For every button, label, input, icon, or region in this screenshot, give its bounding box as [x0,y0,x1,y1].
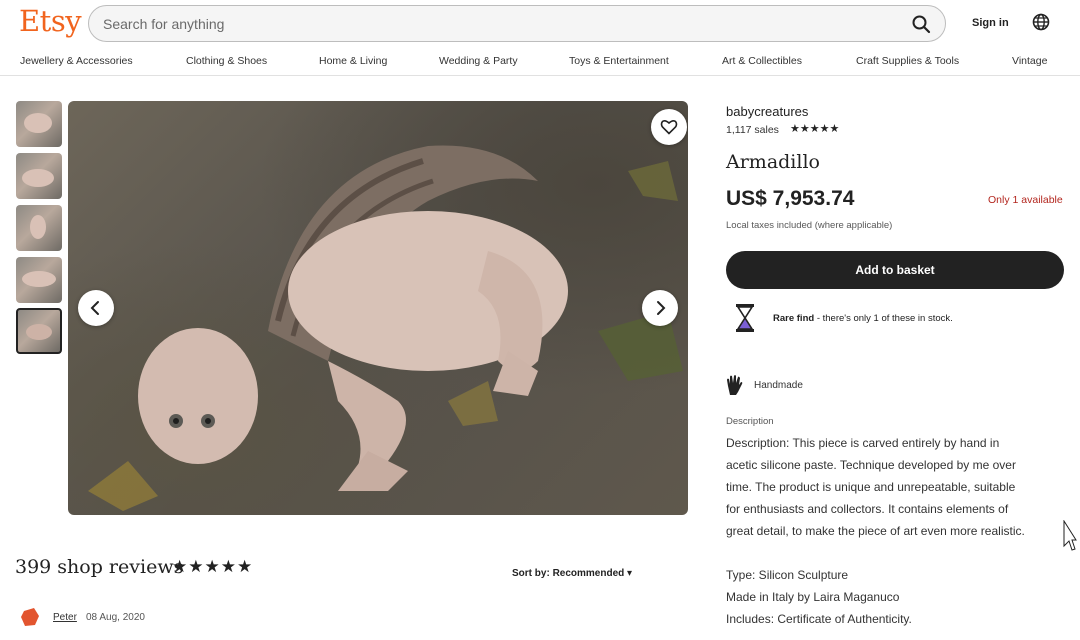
shop-reviews-count: 399 shop reviews [15,556,184,578]
availability-badge: Only 1 available [988,194,1063,206]
nav-vintage[interactable]: Vintage [1012,55,1047,67]
nav-art[interactable]: Art & Collectibles [722,55,802,67]
nav-clothing[interactable]: Clothing & Shoes [186,55,267,67]
thumbnail-4[interactable] [16,257,62,303]
etsy-logo[interactable]: Etsy [19,4,82,38]
taxes-note: Local taxes included (where applicable) [726,220,893,231]
handmade-label: Handmade [754,380,803,391]
category-nav: Jewellery & Accessories Clothing & Shoes… [0,48,1080,76]
heart-icon [660,119,678,135]
shop-rating-stars[interactable]: ★★★★★ [790,122,839,135]
sort-label: Sort by: [512,568,553,579]
thumbnail-2[interactable] [16,153,62,199]
reviews-stars: ★★★★★ [172,557,254,576]
site-header: Etsy Search for anything Sign in [0,0,1080,48]
mouse-cursor-icon [1063,520,1077,551]
item-specs: Type: Silicon Sculpture Made in Italy by… [726,564,912,630]
search-icon[interactable] [911,14,931,34]
rare-find-note: Rare find - there's only 1 of these in s… [773,313,953,324]
thumbnail-1[interactable] [16,101,62,147]
thumbnail-5-selected[interactable] [16,308,62,354]
globe-icon[interactable] [1032,13,1050,31]
reviewer-name-link[interactable]: Peter [53,612,77,623]
reviewer-avatar [21,608,39,626]
nav-craft[interactable]: Craft Supplies & Tools [856,55,959,67]
rare-find-label: Rare find [773,313,815,324]
add-to-basket-button[interactable]: Add to basket [726,251,1064,289]
nav-wedding[interactable]: Wedding & Party [439,55,518,67]
description-line: time. The product is unique and unrepeat… [726,480,1016,494]
nav-home-living[interactable]: Home & Living [319,55,387,67]
listing-price: US$ 7,953.74 [726,187,855,210]
listing-title: Armadillo [726,151,820,173]
spec-includes: Includes: Certificate of Authenticity. [726,612,912,626]
sort-dropdown[interactable]: Sort by: Recommended ▾ [512,568,632,579]
search-placeholder: Search for anything [103,16,225,32]
sign-in-link[interactable]: Sign in [972,17,1009,29]
chevron-left-icon [90,301,99,315]
description-line: Description: This piece is carved entire… [726,436,1000,450]
sort-value: Recommended [552,568,625,579]
hourglass-icon [736,304,754,332]
nav-toys[interactable]: Toys & Entertainment [569,55,669,67]
shop-name-link[interactable]: babycreatures [726,104,808,119]
thumbnail-3[interactable] [16,205,62,251]
sales-count: 1,117 sales [726,124,779,136]
description-text: Description: This piece is carved entire… [726,432,1076,542]
chevron-right-icon [657,301,666,315]
spec-origin: Made in Italy by Laira Maganuco [726,590,900,604]
previous-image-button[interactable] [78,290,114,326]
spec-type: Type: Silicon Sculpture [726,568,849,582]
hand-icon [727,375,743,395]
nav-jewellery[interactable]: Jewellery & Accessories [20,55,133,67]
next-image-button[interactable] [642,290,678,326]
caret-down-icon: ▾ [627,568,633,579]
description-line: for enthusiasts and collectors. It conta… [726,502,1009,516]
description-line: great detail, to make the piece of art e… [726,524,1025,538]
favorite-button[interactable] [651,109,687,145]
description-heading: Description [726,416,774,427]
rare-find-text: - there's only 1 of these in stock. [814,313,953,324]
product-image [68,101,688,515]
review-date: 08 Aug, 2020 [86,612,145,623]
search-input[interactable]: Search for anything [88,5,946,42]
description-line: acetic silicone paste. Technique develop… [726,458,1016,472]
sculpture-illustration [88,145,683,511]
